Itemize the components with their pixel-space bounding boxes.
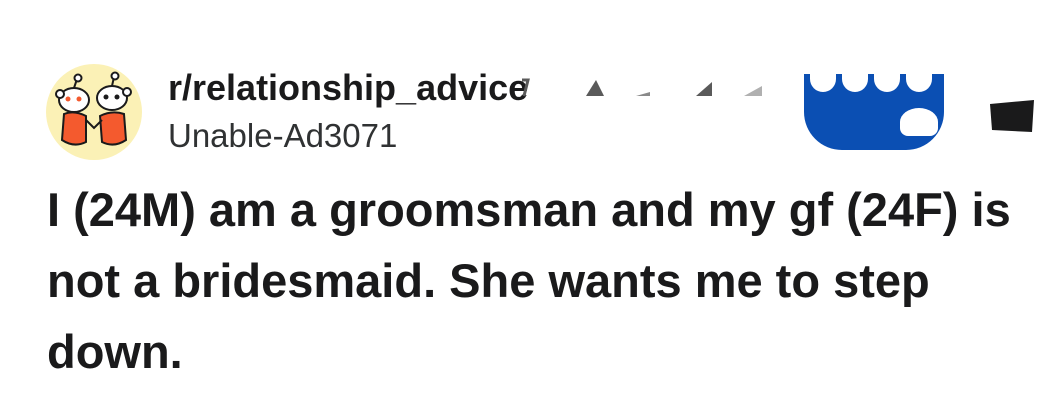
join-button[interactable] bbox=[804, 72, 944, 150]
author-username[interactable]: Unable-Ad3071 bbox=[168, 116, 397, 156]
join-wave-notch bbox=[842, 72, 868, 92]
post-card: r/relationship_advice Unable-Ad3071 I (2… bbox=[0, 0, 1063, 415]
post-meta-glyphs-icon bbox=[522, 78, 762, 97]
snoo-avatar-icon bbox=[55, 71, 132, 146]
post-header: r/relationship_advice Unable-Ad3071 bbox=[46, 64, 1046, 164]
post-title[interactable]: I (24M) am a groomsman and my gf (24F) i… bbox=[47, 174, 1037, 387]
join-wave-notch bbox=[810, 72, 836, 92]
subreddit-name[interactable]: r/relationship_advice bbox=[168, 66, 528, 110]
left-snoo-icon bbox=[55, 73, 90, 146]
join-wave-notch bbox=[906, 72, 932, 92]
overflow-menu-icon[interactable] bbox=[990, 100, 1034, 132]
right-snoo-icon bbox=[96, 71, 132, 146]
join-inner-shape bbox=[900, 108, 938, 136]
subreddit-avatar[interactable] bbox=[46, 64, 142, 160]
join-wave-notch bbox=[874, 72, 900, 92]
